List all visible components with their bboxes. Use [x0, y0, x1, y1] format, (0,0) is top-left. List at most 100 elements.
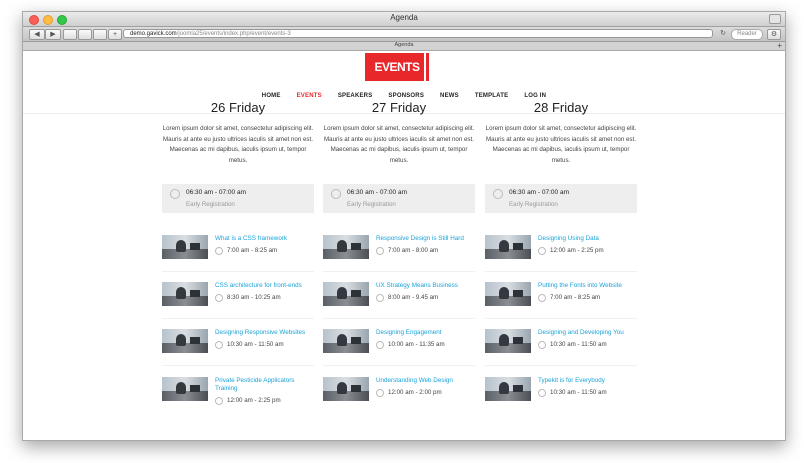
session-time: 8:00 am - 9.45 am [388, 294, 439, 301]
clock-icon [331, 189, 341, 199]
nav-news[interactable]: NEWS [440, 93, 459, 99]
session-time: 8:30 am - 10:25 am [227, 294, 281, 301]
registration-time: 06:30 am - 07:00 am [509, 189, 569, 196]
session-time: 12:00 am - 2:25 pm [227, 397, 281, 404]
clock-icon [538, 294, 546, 302]
session-time: 7:00 am - 8:25 am [227, 247, 278, 254]
day-title: 26 Friday [210, 100, 266, 115]
session-thumbnail[interactable] [485, 377, 531, 401]
registration-title: Early Registration [347, 201, 396, 208]
session-divider [162, 365, 314, 366]
session-item: Private Pesticide Applicators Training 1… [162, 377, 314, 417]
sidebar-icon[interactable] [63, 29, 77, 40]
url-path: /joomla25/events/index.php/event/events-… [176, 31, 291, 37]
session-item: CSS architecture for front-ends 8:30 am … [162, 282, 314, 322]
session-title-link[interactable]: Designing Using Data [538, 235, 638, 243]
clock-icon [376, 294, 384, 302]
toolbar-toggle-button[interactable] [769, 14, 781, 24]
session-divider [485, 365, 637, 366]
nav-template[interactable]: TEMPLATE [475, 93, 509, 99]
session-title-link[interactable]: Typekit is for Everybody [538, 377, 638, 385]
session-item: UX Strategy Means Business 8:00 am - 9.4… [323, 282, 475, 322]
session-thumbnail[interactable] [485, 235, 531, 259]
session-thumbnail[interactable] [323, 282, 369, 306]
title-bar: Agenda [23, 12, 785, 27]
session-divider [323, 365, 475, 366]
registration-box: 06:30 am - 07:00 am Early Registration [323, 184, 475, 213]
session-thumbnail[interactable] [162, 329, 208, 353]
session-time: 7:00 am - 8:00 am [388, 247, 439, 254]
nav-sponsors[interactable]: SPONSORS [388, 93, 424, 99]
reload-icon[interactable]: ↻ [719, 29, 727, 38]
registration-box: 06:30 am - 07:00 am Early Registration [485, 184, 637, 213]
nav-speakers[interactable]: SPEAKERS [338, 93, 373, 99]
session-item: Understanding Web Design 12:00 am - 2:00… [323, 377, 475, 417]
nav-home[interactable]: HOME [262, 93, 281, 99]
clock-icon [493, 189, 503, 199]
clock-icon [538, 341, 546, 349]
session-divider [323, 271, 475, 272]
browser-window: Agenda ◀ ▶ + demo.gavick.com/joomla25/ev… [22, 11, 786, 441]
day-intro: Lorem ipsum dolor sit amet, consectetur … [323, 125, 475, 164]
session-item: What is a CSS framework 7:00 am - 8:25 a… [162, 235, 314, 275]
session-title-link[interactable]: What is a CSS framework [215, 235, 315, 243]
session-thumbnail[interactable] [162, 377, 208, 401]
session-time: 10:30 am - 11:50 am [550, 389, 607, 396]
session-thumbnail[interactable] [485, 282, 531, 306]
reader-button[interactable]: Reader [731, 29, 763, 40]
clock-icon [215, 294, 223, 302]
window-title: Agenda [390, 13, 418, 22]
tab-bar: Agenda + [23, 41, 785, 51]
session-thumbnail[interactable] [162, 282, 208, 306]
session-title-link[interactable]: Designing Responsive Websites [215, 329, 315, 337]
session-title-link[interactable]: Private Pesticide Applicators Training [215, 377, 315, 393]
clock-icon [170, 189, 180, 199]
session-title-link[interactable]: Putting the Fonts into Website [538, 282, 638, 290]
session-divider [162, 271, 314, 272]
session-thumbnail[interactable] [323, 377, 369, 401]
session-divider [323, 318, 475, 319]
session-title-link[interactable]: CSS architecture for front-ends [215, 282, 315, 290]
cloud-icon[interactable] [93, 29, 107, 40]
clock-icon [376, 389, 384, 397]
session-title-link[interactable]: Designing and Developing You [538, 329, 638, 337]
session-item: Putting the Fonts into Website 7:00 am -… [485, 282, 637, 322]
session-time: 10:30 am - 11:50 am [550, 341, 607, 348]
url-host: demo.gavick.com [130, 31, 177, 37]
new-tab-button[interactable]: + [777, 41, 782, 50]
session-thumbnail[interactable] [485, 329, 531, 353]
registration-time: 06:30 am - 07:00 am [347, 189, 407, 196]
gear-icon[interactable]: ⚙ [767, 29, 781, 40]
session-title-link[interactable]: Understanding Web Design [376, 377, 476, 385]
session-thumbnail[interactable] [323, 235, 369, 259]
session-divider [485, 318, 637, 319]
session-item: Designing Using Data 12:00 am - 2:25 pm [485, 235, 637, 275]
tab-agenda[interactable]: Agenda [23, 41, 785, 50]
clock-icon [215, 341, 223, 349]
session-thumbnail[interactable] [162, 235, 208, 259]
session-divider [485, 271, 637, 272]
session-time: 10:00 am - 11:35 am [388, 341, 445, 348]
day-intro: Lorem ipsum dolor sit amet, consectetur … [162, 125, 314, 164]
nav-events[interactable]: EVENTS [297, 93, 322, 99]
session-thumbnail[interactable] [323, 329, 369, 353]
session-item: Designing Responsive Websites 10:30 am -… [162, 329, 314, 369]
share-icon[interactable] [78, 29, 92, 40]
back-button[interactable]: ◀ [29, 29, 45, 40]
session-time: 12:00 am - 2:25 pm [550, 247, 604, 254]
session-title-link[interactable]: UX Strategy Means Business [376, 282, 476, 290]
nav-log-in[interactable]: LOG IN [524, 93, 546, 99]
session-time: 7:00 am - 8:25 am [550, 294, 601, 301]
day-intro: Lorem ipsum dolor sit amet, consectetur … [485, 125, 637, 164]
main-nav: HOME EVENTS SPEAKERS SPONSORS NEWS TEMPL… [23, 93, 785, 99]
session-title-link[interactable]: Responsive Design is Still Hard [376, 235, 476, 243]
forward-button[interactable]: ▶ [45, 29, 61, 40]
session-title-link[interactable]: Designing Engagement [376, 329, 476, 337]
registration-title: Early Registration [509, 201, 558, 208]
site-logo[interactable]: EVENTS [365, 53, 429, 81]
web-page: EVENTS HOME EVENTS SPEAKERS SPONSORS NEW… [23, 51, 785, 440]
session-item: Responsive Design is Still Hard 7:00 am … [323, 235, 475, 275]
add-bookmark-icon[interactable]: + [108, 29, 122, 40]
address-bar[interactable]: demo.gavick.com/joomla25/events/index.ph… [123, 29, 713, 38]
registration-box: 06:30 am - 07:00 am Early Registration [162, 184, 314, 213]
